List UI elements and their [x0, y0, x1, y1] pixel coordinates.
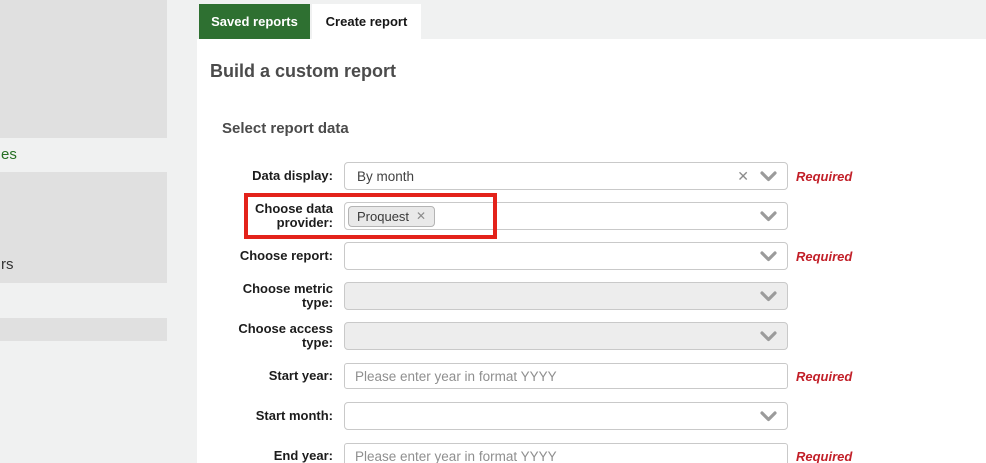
form-row-metric-type: Choose metric type: — [222, 282, 942, 310]
selected-value: By month — [357, 169, 737, 184]
tab-bar: Saved reports Create report — [197, 0, 986, 39]
sidebar-link-fragment[interactable]: es — [1, 146, 17, 163]
sidebar-panel: rs — [0, 172, 167, 283]
sidebar-panel — [0, 318, 167, 341]
form-row-start-month: Start month: — [222, 402, 942, 430]
chevron-down-icon — [760, 331, 777, 342]
start-year-input[interactable] — [344, 363, 788, 389]
custom-report-form: Data display: By month ✕ Required Choose… — [222, 162, 942, 463]
sidebar-text-fragment: rs — [1, 256, 14, 273]
chevron-down-icon[interactable] — [760, 251, 777, 262]
form-row-data-provider: Choose data provider: Proquest ✕ — [222, 202, 942, 230]
end-year-input[interactable] — [344, 443, 788, 463]
field-label: Choose access type: — [222, 322, 333, 350]
chip-remove-icon[interactable]: ✕ — [416, 210, 426, 222]
data-provider-select[interactable]: Proquest ✕ — [344, 202, 788, 230]
form-row-end-year: End year: Required — [222, 442, 942, 463]
access-type-select — [344, 322, 788, 350]
report-select[interactable] — [344, 242, 788, 270]
required-badge: Required — [796, 249, 852, 264]
section-title: Select report data — [222, 120, 349, 137]
chevron-down-icon[interactable] — [760, 211, 777, 222]
tab-saved-reports[interactable]: Saved reports — [199, 4, 310, 39]
clear-icon[interactable]: ✕ — [737, 169, 749, 183]
chevron-down-icon[interactable] — [760, 411, 777, 422]
sidebar-panel — [0, 0, 167, 138]
field-label: Choose metric type: — [222, 282, 333, 310]
start-month-select[interactable] — [344, 402, 788, 430]
sidebar: es rs — [0, 0, 197, 463]
form-row-access-type: Choose access type: — [222, 322, 942, 350]
chevron-down-icon — [760, 291, 777, 302]
required-badge: Required — [796, 369, 852, 384]
chip-label: Proquest — [357, 209, 409, 224]
tab-create-report[interactable]: Create report — [312, 4, 421, 39]
field-label: Start month: — [222, 409, 333, 423]
field-label: Start year: — [222, 369, 333, 383]
field-label: End year: — [222, 449, 333, 463]
form-row-start-year: Start year: Required — [222, 362, 942, 390]
chevron-down-icon[interactable] — [760, 171, 777, 182]
form-row-data-display: Data display: By month ✕ Required — [222, 162, 942, 190]
data-display-select[interactable]: By month ✕ — [344, 162, 788, 190]
form-row-report: Choose report: Required — [222, 242, 942, 270]
provider-chip: Proquest ✕ — [348, 206, 435, 227]
report-builder-page: es rs Saved reports Create report Build … — [0, 0, 986, 463]
field-label: Data display: — [222, 169, 333, 183]
field-label: Choose data provider: — [222, 202, 333, 230]
required-badge: Required — [796, 449, 852, 463]
page-title: Build a custom report — [210, 61, 396, 82]
metric-type-select — [344, 282, 788, 310]
required-badge: Required — [796, 169, 852, 184]
field-label: Choose report: — [222, 249, 333, 263]
